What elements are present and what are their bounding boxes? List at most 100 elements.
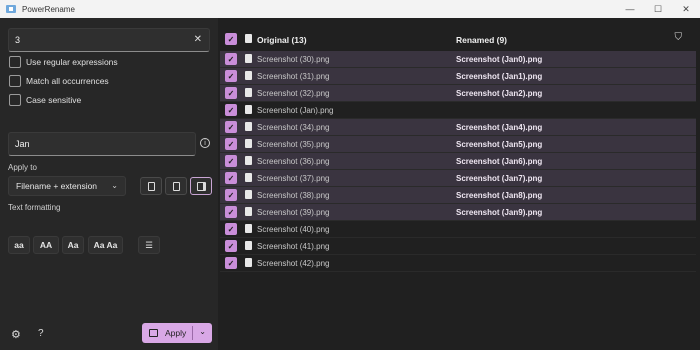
row-checkbox[interactable]: ✓ bbox=[225, 70, 237, 82]
file-row[interactable]: ✓ Screenshot (37).png Screenshot (Jan7).pn… bbox=[220, 170, 696, 187]
original-header[interactable]: Original (13) bbox=[257, 35, 307, 45]
file-icon bbox=[245, 71, 252, 80]
original-filename: Screenshot (31).png bbox=[257, 72, 330, 81]
row-checkbox[interactable]: ✓ bbox=[225, 87, 237, 99]
window-title: PowerRename bbox=[22, 4, 75, 14]
titlecase-button[interactable]: Aa Aa bbox=[88, 236, 123, 254]
filter-icon[interactable]: ⛉ bbox=[675, 32, 683, 43]
original-filename: Screenshot (40).png bbox=[257, 225, 330, 234]
include-files-button[interactable] bbox=[140, 177, 162, 195]
apply-to-value: Filename + extension bbox=[16, 181, 98, 191]
text-formatting-label: Text formatting bbox=[8, 203, 61, 212]
apply-to-label: Apply to bbox=[8, 163, 37, 172]
renamed-filename: Screenshot (Jan1).png bbox=[456, 72, 543, 81]
row-checkbox[interactable]: ✓ bbox=[225, 155, 237, 167]
case-sensitive-label: Case sensitive bbox=[26, 95, 82, 105]
renamed-header[interactable]: Renamed (9) bbox=[456, 35, 507, 45]
file-list: ✓ Screenshot (30).png Screenshot (Jan0).pn… bbox=[220, 51, 696, 272]
original-filename: Screenshot (30).png bbox=[257, 55, 330, 64]
file-row[interactable]: ✓ Screenshot (36).png Screenshot (Jan6).pn… bbox=[220, 153, 696, 170]
apply-label: Apply bbox=[165, 328, 187, 338]
renamed-filename: Screenshot (Jan0).png bbox=[456, 55, 543, 64]
clear-icon[interactable]: ✕ bbox=[194, 34, 202, 45]
file-row[interactable]: ✓ Screenshot (42).png bbox=[220, 255, 696, 272]
match-all-checkbox[interactable] bbox=[9, 75, 21, 87]
file-row[interactable]: ✓ Screenshot (41).png bbox=[220, 238, 696, 255]
apply-to-dropdown[interactable]: Filename + extension ⌄ bbox=[8, 176, 126, 196]
file-icon bbox=[245, 122, 252, 131]
file-icon bbox=[245, 88, 252, 97]
row-checkbox[interactable]: ✓ bbox=[225, 240, 237, 252]
info-icon[interactable]: i bbox=[200, 138, 210, 148]
settings-icon[interactable]: ⚙ bbox=[11, 328, 21, 341]
renamed-filename: Screenshot (Jan4).png bbox=[456, 123, 543, 132]
file-icon bbox=[245, 156, 252, 165]
maximize-button[interactable]: ☐ bbox=[644, 0, 672, 18]
rename-icon bbox=[149, 329, 158, 337]
lowercase-button[interactable]: aa bbox=[8, 236, 30, 254]
select-all-checkbox[interactable]: ✓ bbox=[225, 33, 237, 45]
include-subfolders-button[interactable] bbox=[190, 177, 212, 195]
row-checkbox[interactable]: ✓ bbox=[225, 206, 237, 218]
file-icon bbox=[245, 224, 252, 233]
chevron-down-icon[interactable]: ⌄ bbox=[199, 327, 206, 336]
regex-label: Use regular expressions bbox=[26, 57, 118, 67]
original-filename: Screenshot (35).png bbox=[257, 140, 330, 149]
apply-divider bbox=[192, 326, 193, 340]
include-folders-button[interactable] bbox=[165, 177, 187, 195]
file-icon bbox=[147, 181, 155, 191]
match-all-option[interactable]: Match all occurrences bbox=[9, 75, 109, 87]
close-button[interactable]: ✕ bbox=[672, 0, 700, 18]
case-sensitive-option[interactable]: Case sensitive bbox=[9, 94, 81, 106]
help-icon[interactable]: ? bbox=[38, 328, 44, 339]
search-input[interactable] bbox=[15, 35, 185, 45]
file-icon bbox=[245, 54, 252, 63]
regex-checkbox[interactable] bbox=[9, 56, 21, 68]
row-checkbox[interactable]: ✓ bbox=[225, 223, 237, 235]
capitalize-button[interactable]: Aa bbox=[62, 236, 84, 254]
renamed-filename: Screenshot (Jan6).png bbox=[456, 157, 543, 166]
search-box: ✕ bbox=[8, 28, 210, 52]
uppercase-button[interactable]: AA bbox=[33, 236, 59, 254]
row-checkbox[interactable]: ✓ bbox=[225, 138, 237, 150]
regex-option[interactable]: Use regular expressions bbox=[9, 56, 118, 68]
row-checkbox[interactable]: ✓ bbox=[225, 121, 237, 133]
file-row[interactable]: ✓ Screenshot (31).png Screenshot (Jan1).pn… bbox=[220, 68, 696, 85]
original-filename: Screenshot (42).png bbox=[257, 259, 330, 268]
original-filename: Screenshot (Jan).png bbox=[257, 106, 334, 115]
file-row[interactable]: ✓ Screenshot (39).png Screenshot (Jan9).pn… bbox=[220, 204, 696, 221]
apply-button[interactable]: Apply ⌄ bbox=[142, 323, 212, 343]
file-row[interactable]: ✓ Screenshot (34).png Screenshot (Jan4).pn… bbox=[220, 119, 696, 136]
file-row[interactable]: ✓ Screenshot (30).png Screenshot (Jan0).pn… bbox=[220, 51, 696, 68]
file-row[interactable]: ✓ Screenshot (40).png bbox=[220, 221, 696, 238]
preview-pane: ✓ Original (13) Renamed (9) ⛉ ✓ Screensho… bbox=[220, 18, 696, 350]
minimize-button[interactable]: — bbox=[616, 0, 644, 18]
title-bar: PowerRename — ☐ ✕ bbox=[0, 0, 700, 18]
row-checkbox[interactable]: ✓ bbox=[225, 172, 237, 184]
subfolder-icon bbox=[196, 181, 206, 191]
enumerate-button[interactable]: ☰ bbox=[138, 236, 160, 254]
case-sensitive-checkbox[interactable] bbox=[9, 94, 21, 106]
replace-box bbox=[8, 132, 196, 156]
powerrename-app-icon bbox=[6, 5, 16, 13]
chevron-down-icon: ⌄ bbox=[111, 181, 118, 190]
row-checkbox[interactable]: ✓ bbox=[225, 257, 237, 269]
file-row[interactable]: ✓ Screenshot (32).png Screenshot (Jan2).pn… bbox=[220, 85, 696, 102]
file-row[interactable]: ✓ Screenshot (38).png Screenshot (Jan8).pn… bbox=[220, 187, 696, 204]
original-filename: Screenshot (32).png bbox=[257, 89, 330, 98]
replace-input[interactable] bbox=[15, 139, 185, 149]
row-checkbox[interactable]: ✓ bbox=[225, 189, 237, 201]
file-row[interactable]: ✓ Screenshot (Jan).png bbox=[220, 102, 696, 119]
file-icon bbox=[245, 34, 252, 43]
file-icon bbox=[245, 207, 252, 216]
file-row[interactable]: ✓ Screenshot (35).png Screenshot (Jan5).pn… bbox=[220, 136, 696, 153]
row-checkbox[interactable]: ✓ bbox=[225, 104, 237, 116]
list-icon: ☰ bbox=[145, 239, 153, 250]
row-checkbox[interactable]: ✓ bbox=[225, 53, 237, 65]
file-icon bbox=[245, 139, 252, 148]
original-filename: Screenshot (34).png bbox=[257, 123, 330, 132]
renamed-filename: Screenshot (Jan7).png bbox=[456, 174, 543, 183]
window-controls: — ☐ ✕ bbox=[616, 0, 700, 18]
renamed-filename: Screenshot (Jan5).png bbox=[456, 140, 543, 149]
original-filename: Screenshot (37).png bbox=[257, 174, 330, 183]
